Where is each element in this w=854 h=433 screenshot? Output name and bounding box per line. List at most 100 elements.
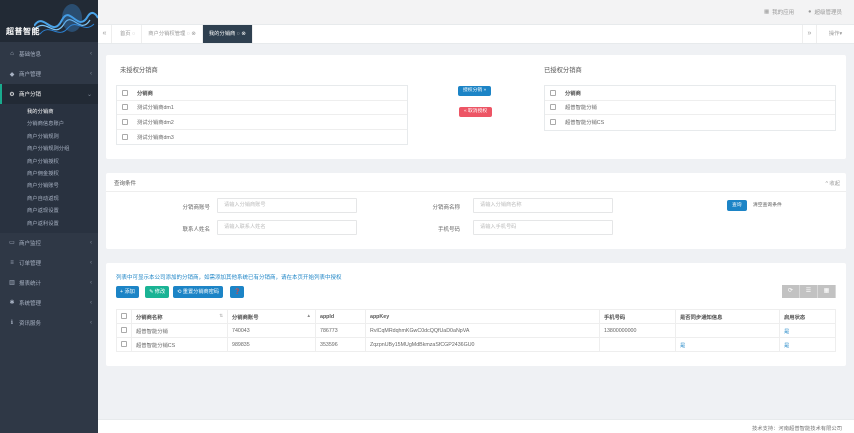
table-row[interactable]: 测试分销商dm2 <box>117 115 407 130</box>
chevron-left-icon: ‹ <box>90 279 92 286</box>
select-all-checkbox[interactable] <box>122 89 128 96</box>
sidebar-subitem[interactable]: 商户返现设置 <box>0 205 98 217</box>
account-input[interactable]: 请输入分销商账号 <box>217 198 357 213</box>
wave-logo-icon <box>34 4 98 35</box>
row-checkbox[interactable] <box>122 118 128 125</box>
clear-query-button[interactable]: 清空查询条件 <box>748 200 787 211</box>
contact-input[interactable]: 请输入联系人姓名 <box>217 220 357 235</box>
toggle-view-icon[interactable]: ☰ <box>800 285 818 298</box>
row-checkbox[interactable] <box>121 326 127 333</box>
gear-icon: ⚙ <box>9 91 15 98</box>
sidebar-item-reports[interactable]: ▥ 报表统计 ‹ <box>0 273 98 293</box>
topbar: ▦ 我的应用 ● 超级管理员 <box>98 0 854 25</box>
column-header[interactable]: 分销商名称 ⇅ <box>131 309 228 324</box>
help-button[interactable]: ❓ <box>230 286 245 298</box>
tab-distribution-auth[interactable]: 商户分销权管理 ◌ ⊗ <box>142 25 203 43</box>
scroll-tabs-right-button[interactable]: » <box>802 25 816 43</box>
sidebar-subitem[interactable]: 商户分销账号 <box>0 180 98 192</box>
sidebar-subitem[interactable]: 商户分销规则分组 <box>0 143 98 155</box>
sidebar-item-label: 系统管理 <box>19 300 42 307</box>
contact-label: 联系人姓名 <box>182 227 210 233</box>
cell: RvlCqMRdqhmKGwC0dcQQfUaD0aNpVA <box>365 323 600 338</box>
row-checkbox[interactable] <box>550 119 556 126</box>
sidebar-item-label: 商户分销 <box>19 92 42 98</box>
tabbar: « 首页 ◌ 商户分销权管理 ◌ ⊗ 我的分销商 ◌ ⊗ » 操作▾ <box>98 25 854 44</box>
chevron-left-icon: ‹ <box>90 239 92 246</box>
row-select-cell <box>116 337 132 352</box>
columns-icon[interactable]: ▦ <box>818 285 836 298</box>
sidebar: 超普智能 ⌂ 基础信息 ‹ ◆ 商户管理 ‹ ⚙ 商户分销 ⌄ 我的分销商 分销… <box>0 0 98 433</box>
sidebar-subitem[interactable]: 商户佣金授权 <box>0 168 98 180</box>
row-checkbox[interactable] <box>122 104 128 111</box>
tab-home[interactable]: 首页 ◌ <box>114 25 143 43</box>
sidebar-subitem[interactable]: 商户分销授权 <box>0 156 98 168</box>
cell: ZqzpnUBy15MUgMdBkmzaSfCGP2436GU0 <box>365 337 600 352</box>
sidebar-item-label: 基础信息 <box>19 52 42 58</box>
sidebar-item-info-service[interactable]: ℹ 资讯服务 ‹ <box>0 313 98 333</box>
table-row[interactable]: 测试分销商dm1 <box>117 101 407 115</box>
name-input[interactable]: 请输入分销商名称 <box>473 198 613 213</box>
cell: 786773 <box>315 323 366 338</box>
diamond-icon: ◆ <box>9 71 15 78</box>
revoke-authorization-button[interactable]: « 取消授权 <box>459 107 493 117</box>
scroll-tabs-left-button[interactable]: « <box>98 25 112 43</box>
sidebar-item-basic-info[interactable]: ⌂ 基础信息 ‹ <box>0 44 98 64</box>
column-header: 启用状态 <box>779 309 836 324</box>
sync-link[interactable]: 是 <box>675 337 780 352</box>
edit-button[interactable]: ✎ 修改 <box>145 286 170 298</box>
column-header: appId <box>315 309 366 324</box>
table-row[interactable]: 超普智能分销CS <box>545 115 835 130</box>
table-row[interactable]: 超普智能分销 <box>545 101 835 115</box>
authorization-panel: 未授权分销商 已授权分销商 分销商 测试分销商dm1 测试分销商dm2 测试分销… <box>106 55 846 159</box>
sidebar-item-distribution[interactable]: ⚙ 商户分销 ⌄ <box>0 84 98 104</box>
chevron-left-icon: ‹ <box>90 319 92 326</box>
my-apps-link[interactable]: ▦ 我的应用 <box>764 8 794 16</box>
query-title: 查询条件 <box>114 181 137 187</box>
select-all-cell <box>116 309 132 324</box>
status-link[interactable]: 是 <box>779 323 836 338</box>
user-menu[interactable]: ● 超级管理员 <box>808 8 842 16</box>
sidebar-subitem[interactable]: 商户返利设置 <box>0 218 98 230</box>
sidebar-item-merchant[interactable]: ◆ 商户管理 ‹ <box>0 64 98 84</box>
grant-authorization-button[interactable]: 授权分销 » <box>458 86 492 96</box>
select-all-checkbox[interactable] <box>121 312 127 319</box>
table-header: 分销商 <box>117 86 407 101</box>
add-button[interactable]: + 添加 <box>116 286 139 298</box>
grid-icon: ▦ <box>763 9 770 15</box>
row-checkbox[interactable] <box>550 104 556 111</box>
sidebar-item-label: 订单管理 <box>19 260 42 267</box>
row-select-cell <box>116 323 132 338</box>
tab-my-distributors[interactable]: 我的分销商 ◌ ⊗ <box>202 25 253 43</box>
row-checkbox[interactable] <box>121 340 127 347</box>
unauthorized-table: 分销商 测试分销商dm1 测试分销商dm2 测试分销商dm3 <box>116 85 408 145</box>
table-header: 分销商 <box>545 86 835 101</box>
tab-operations-dropdown[interactable]: 操作▾ <box>816 25 854 43</box>
app-name: 超普智能 <box>6 27 40 36</box>
monitor-icon: ▭ <box>9 240 15 247</box>
sidebar-subitem[interactable]: 我的分销商 <box>0 106 98 118</box>
table-row[interactable]: 测试分销商dm3 <box>117 130 407 145</box>
sidebar-item-orders[interactable]: ≡ 订单管理 ‹ <box>0 253 98 273</box>
reset-password-button[interactable]: ⟲ 重置分销商密码 <box>173 286 224 298</box>
sidebar-subitem[interactable]: 分销商信息账户 <box>0 118 98 130</box>
sidebar-item-monitor[interactable]: ▭ 商户监控 ‹ <box>0 233 98 253</box>
sidebar-subitem[interactable]: 商户自动返现 <box>0 193 98 205</box>
search-button[interactable]: 查询 <box>727 200 747 211</box>
select-all-checkbox[interactable] <box>550 89 556 96</box>
column-header[interactable]: 分销商账号 ▲ <box>227 309 316 324</box>
authorized-title: 已授权分销商 <box>544 67 582 74</box>
distributor-name: 测试分销商dm2 <box>137 119 174 126</box>
table-row[interactable]: 超普智能分销 740043 786773 RvlCqMRdqhmKGwC0dcQ… <box>116 323 836 338</box>
table-row[interactable]: 超普智能分销CS 989835 353596 ZqzpnUBy15MUgMdBk… <box>116 337 836 352</box>
refresh-icon[interactable]: ⟳ <box>782 285 800 298</box>
phone-input[interactable]: 请输入手机号码 <box>473 220 613 235</box>
sidebar-subitem[interactable]: 商户分销规则 <box>0 131 98 143</box>
authorized-table: 分销商 超普智能分销 超普智能分销CS <box>544 85 836 131</box>
column-header-label: 分销商名称 <box>136 314 163 321</box>
chevron-left-icon: ‹ <box>90 259 92 266</box>
column-header: appKey <box>365 309 600 324</box>
row-checkbox[interactable] <box>122 133 128 140</box>
status-link[interactable]: 是 <box>779 337 836 352</box>
sidebar-item-system[interactable]: ✱ 系统管理 ‹ <box>0 293 98 313</box>
collapse-query-link[interactable]: ^ 收起 <box>825 179 840 187</box>
